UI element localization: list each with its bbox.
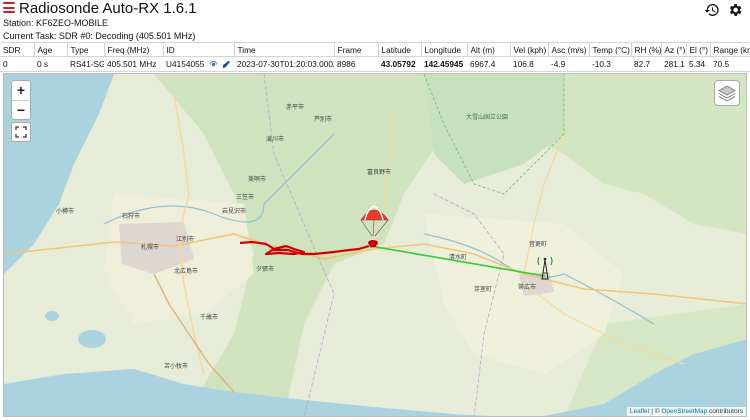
map-label-ishikari: 石狩市 [122,214,141,220]
app-title: Radiosonde Auto-RX 1.6.1 [19,0,197,17]
cell-rh: 82.7 [631,56,661,72]
history-icon[interactable] [704,2,720,18]
cell-type: RS41-SG [67,56,104,72]
cell-temp: -10.3 [589,56,631,72]
cell-range: 70.5 [710,56,750,72]
column-header-alt[interactable]: Alt (m) [467,42,511,57]
cell-az: 281.1 [661,56,686,72]
map-label-kitahiroshima: 北広島市 [174,269,199,275]
column-header-frame[interactable]: Frame [334,42,379,57]
zoom-out-button[interactable]: − [12,100,30,119]
cell-sdr: 0 [0,56,34,72]
app-header: Radiosonde Auto-RX 1.6.1 [0,0,750,18]
column-header-age[interactable]: Age [34,42,68,57]
map-attribution: Leaflet | © OpenStreetMap contributors [626,407,746,416]
zoom-control: + − [11,80,31,120]
layers-button[interactable] [714,80,740,106]
cell-longitude: 142.45945 [421,56,467,72]
cell-el: 5.34 [686,56,710,72]
map-label-akabira: 赤平市 [286,105,305,111]
column-header-sdr[interactable]: SDR [0,42,35,57]
map-label-ebetsu: 江別市 [176,237,195,243]
map-label-shimizu: 清水町 [449,255,468,261]
sonde-id: U4154055 [166,58,205,69]
map-label-ashibetsu: 芦別市 [314,117,333,123]
map-label-tomakomai: 苫小牧市 [164,364,189,370]
column-header-id[interactable]: ID [163,42,235,57]
cell-latitude: 43.05792 [378,56,421,72]
cell-age: 0 s [34,56,67,72]
table-header-row: SDR Age Type Freq (MHz) ID Time Frame La… [0,42,750,57]
map-label-yubari: 夕張市 [256,267,275,273]
map-label-mikasa: 三笠市 [236,195,255,201]
layers-icon [718,85,736,102]
column-header-el[interactable]: El (°) [686,42,711,57]
map-label-memuro: 芽室町 [474,287,493,293]
cell-asc: -4.9 [548,56,589,72]
cell-frame: 8986 [334,56,378,72]
column-header-range[interactable]: Range (km) [710,42,750,57]
map-label-obihiro: 帯広市 [518,285,537,291]
station-label: Station: KF6ZEO-MOBILE [3,18,109,28]
map-label-otofuke: 音更町 [529,242,548,248]
map-label-sapporo: 札幌市 [141,245,160,251]
radio-icon[interactable] [209,60,218,69]
lake-shikotsu [78,330,106,348]
map-label-chitose: 千歳市 [200,315,219,321]
column-header-latitude[interactable]: Latitude [378,42,422,57]
cell-vel: 106.8 [510,56,548,72]
fullscreen-icon [15,126,27,138]
menu-icon[interactable] [3,2,15,14]
leaflet-link[interactable]: Leaflet [630,408,650,415]
column-header-freq[interactable]: Freq (MHz) [104,42,164,57]
map-label-otaru: 小樽市 [56,209,75,215]
current-task-label: Current Task: SDR #0: Decoding (405.501 … [3,31,196,41]
cell-freq: 405.501 MHz [104,56,163,72]
rocket-icon[interactable] [222,60,231,69]
column-header-az[interactable]: Az (°) [661,42,687,57]
map-label-bibai: 美唄市 [248,177,267,183]
column-header-vel[interactable]: Vel (kph) [510,42,549,57]
map-label-takikawa: 滝川市 [266,137,285,143]
column-header-longitude[interactable]: Longitude [421,42,468,57]
table-row[interactable]: 0 0 s RS41-SG 405.501 MHz U4154055 2023-… [0,56,750,72]
fullscreen-button[interactable] [11,122,31,142]
attribution-suffix: contributors [707,408,743,415]
map-label-furano: 富良野市 [367,170,392,176]
column-header-time[interactable]: Time [234,42,335,57]
cell-time: 2023-07-30T01:20:03.000Z [234,56,334,72]
map-view[interactable]: 石狩市 札幌市 江別市 北広島市 千歳市 苫小牧市 岩見沢市 美唄市 滝川市 帯… [3,73,747,417]
settings-gear-icon[interactable] [727,2,743,18]
map-label-daisetsuzan: 大雪山国立公園 [466,115,509,121]
osm-link[interactable]: OpenStreetMap [661,408,707,415]
telemetry-table: SDR Age Type Freq (MHz) ID Time Frame La… [0,42,750,72]
map-label-iwamizawa: 岩見沢市 [222,209,247,215]
column-header-type[interactable]: Type [67,42,105,57]
zoom-in-button[interactable]: + [12,81,30,100]
cell-id: U4154055 [163,56,234,72]
lake-toya [45,311,59,321]
column-header-temp[interactable]: Temp (°C) [589,42,632,57]
map-tiles[interactable] [4,74,747,417]
column-header-asc[interactable]: Asc (m/s) [548,42,590,57]
attribution-separator: | © [649,408,662,415]
cell-alt: 6967.4 [467,56,510,72]
column-header-rh[interactable]: RH (%) [631,42,662,57]
